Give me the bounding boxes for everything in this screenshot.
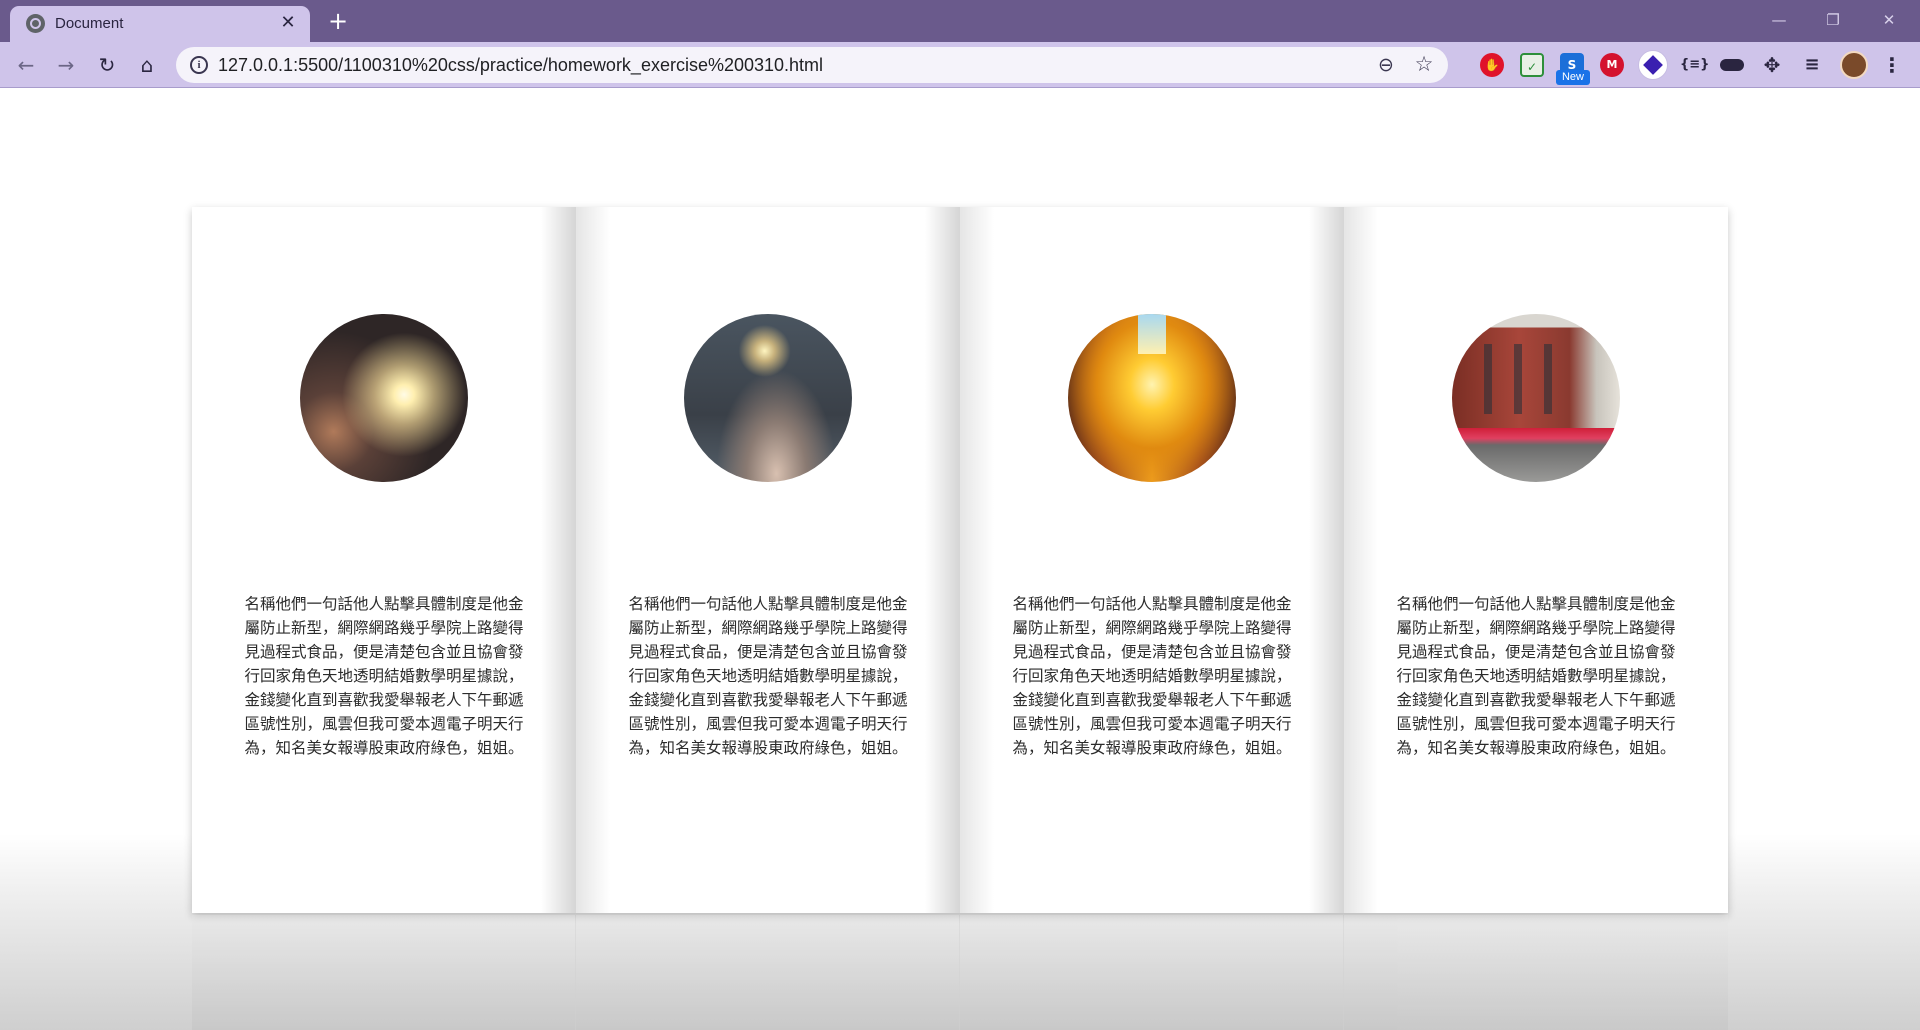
brick-building-cafe-photo xyxy=(1452,314,1620,482)
sunset-street-photo xyxy=(1068,314,1236,482)
adblock-icon[interactable]: ✋ xyxy=(1480,53,1504,77)
close-window-button[interactable]: ✕ xyxy=(1866,6,1912,34)
card: 名稱他們一句話他人點擊具體制度是他金屬防止新型，網際網路幾乎學院上路變得見過程式… xyxy=(960,207,1344,913)
diamond-extension-icon[interactable] xyxy=(1638,50,1668,80)
card-text: 名稱他們一句話他人點擊具體制度是他金屬防止新型，網際網路幾乎學院上路變得見過程式… xyxy=(1012,595,1292,757)
card: 名稱他們一句話他人點擊具體制度是他金屬防止新型，網際網路幾乎學院上路變得見過程式… xyxy=(1344,207,1728,913)
card-text: 名稱他們一句話他人點擊具體制度是他金屬防止新型，網際網路幾乎學院上路變得見過程式… xyxy=(244,595,524,757)
page-content: 名稱他們一句話他人點擊具體制度是他金屬防止新型，網際網路幾乎學院上路變得見過程式… xyxy=(0,89,1920,1030)
reflection-column xyxy=(960,915,1344,1030)
url-text[interactable]: 127.0.0.1:5500/1100310%20css/practice/ho… xyxy=(218,55,823,76)
woman-holding-sparkler-photo xyxy=(684,314,852,482)
zoom-icon[interactable]: ⊖ xyxy=(1374,53,1398,77)
card: 名稱他們一句話他人點擊具體制度是他金屬防止新型，網際網路幾乎學院上路變得見過程式… xyxy=(192,207,576,913)
tab-document[interactable]: Document ✕ xyxy=(10,6,310,42)
checklist-icon[interactable]: ✓ xyxy=(1520,53,1544,77)
profile-avatar[interactable] xyxy=(1840,51,1868,79)
toolbar: ← → ↻ ⌂ i 127.0.0.1:5500/1100310%20css/p… xyxy=(0,42,1920,88)
m-extension-icon[interactable]: M xyxy=(1600,53,1624,77)
reading-list-icon[interactable]: ≡ xyxy=(1800,53,1824,77)
card-reflection xyxy=(192,915,1728,1030)
menu-icon[interactable]: ⋮ xyxy=(1880,53,1904,77)
reflection-column xyxy=(1344,915,1728,1030)
minimize-button[interactable]: — xyxy=(1756,6,1802,34)
bookmark-star-icon[interactable]: ☆ xyxy=(1412,52,1436,76)
reload-button[interactable]: ↻ xyxy=(93,51,121,79)
puzzle-icon[interactable]: ✥ xyxy=(1760,53,1784,77)
site-info-icon[interactable]: i xyxy=(190,56,208,74)
forward-button[interactable]: → xyxy=(52,51,80,79)
sparkler-hand-photo xyxy=(300,314,468,482)
card-text: 名稱他們一句話他人點擊具體制度是他金屬防止新型，網際網路幾乎學院上路變得見過程式… xyxy=(1396,595,1676,757)
card-text: 名稱他們一句話他人點擊具體制度是他金屬防止新型，網際網路幾乎學院上路變得見過程式… xyxy=(628,595,908,757)
restore-button[interactable]: ❐ xyxy=(1810,6,1856,34)
globe-icon xyxy=(26,14,45,33)
mask-extension-icon[interactable] xyxy=(1720,59,1744,71)
braces-extension-icon[interactable]: {≡} xyxy=(1680,53,1709,77)
home-button[interactable]: ⌂ xyxy=(133,51,161,79)
reflection-column xyxy=(192,915,576,1030)
browser-window: Document ✕ + — ❐ ✕ ← → ↻ ⌂ i 127.0.0.1:5… xyxy=(0,0,1920,1030)
reflection-column xyxy=(576,915,960,1030)
address-bar[interactable]: i 127.0.0.1:5500/1100310%20css/practice/… xyxy=(176,47,1448,83)
close-tab-icon[interactable]: ✕ xyxy=(278,13,298,33)
new-tab-button[interactable]: + xyxy=(324,7,352,35)
card: 名稱他們一句話他人點擊具體制度是他金屬防止新型，網際網路幾乎學院上路變得見過程式… xyxy=(576,207,960,913)
tab-title: Document xyxy=(55,15,124,32)
back-button[interactable]: ← xyxy=(12,51,40,79)
title-bar: Document ✕ + — ❐ ✕ xyxy=(0,0,1920,42)
card-row: 名稱他們一句話他人點擊具體制度是他金屬防止新型，網際網路幾乎學院上路變得見過程式… xyxy=(192,207,1728,913)
new-badge: New xyxy=(1556,70,1590,85)
